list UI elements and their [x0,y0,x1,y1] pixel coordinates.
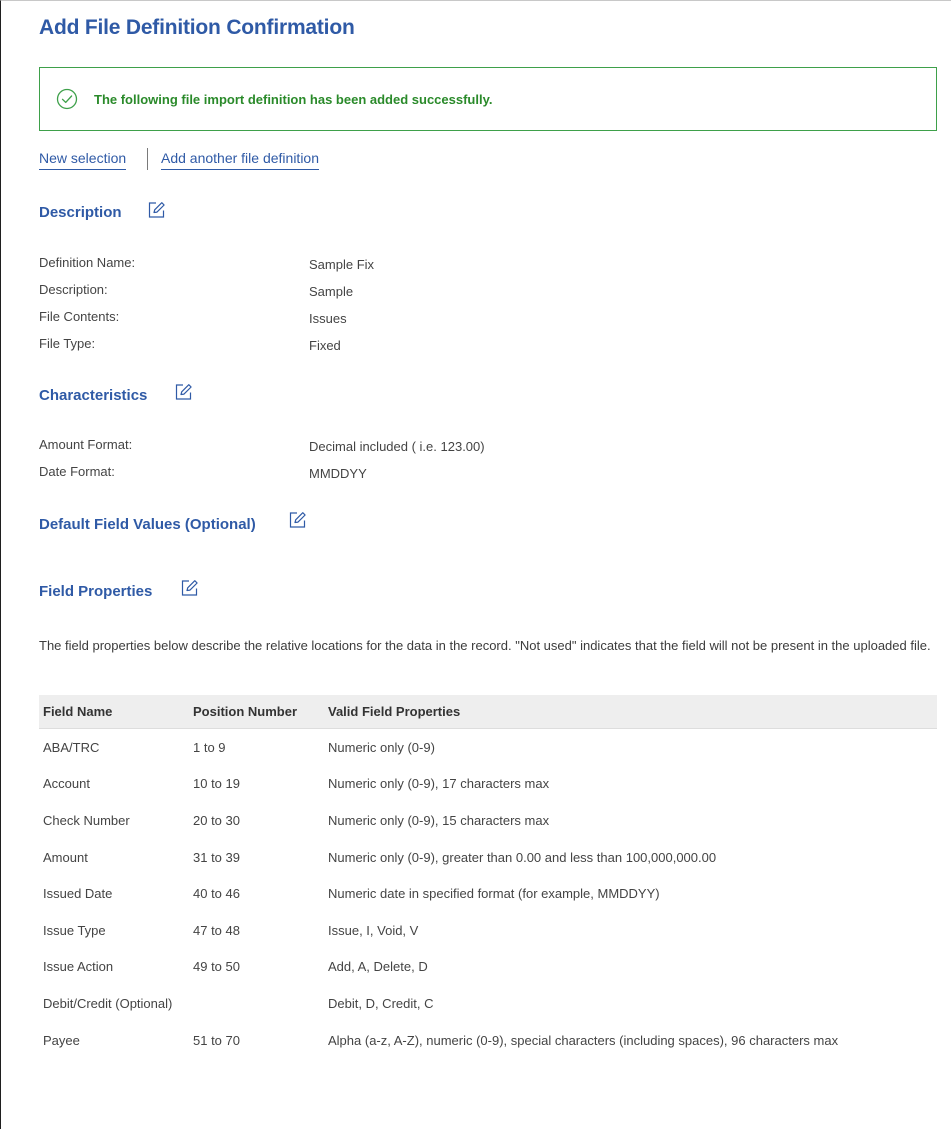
field-name-cell: Debit/Credit (Optional) [43,995,173,1011]
description-label: Description: [39,282,108,297]
amount-format-value: Decimal included ( i.e. 123.00) [309,439,485,454]
file-contents-value: Issues [309,311,347,326]
file-type-label: File Type: [39,336,96,351]
position-cell: 47 to 48 [193,922,240,938]
field-name-cell: Account [43,776,90,792]
table-header-row: Field Name Position Number Valid Field P… [39,695,937,729]
field-name-cell: ABA/TRC [43,739,100,755]
definition-name-value: Sample Fix [309,257,375,272]
properties-cell: Alpha (a-z, A-Z), numeric (0-9), special… [328,1032,839,1048]
properties-cell: Numeric only (0-9), 15 characters max [328,812,550,828]
amount-format-label: Amount Format: [39,437,133,452]
page: Add File Definition Confirmation The fol… [0,0,951,1129]
position-cell: 51 to 70 [193,1032,240,1048]
table-row: ABA/TRC 1 to 9 Numeric only (0-9) [39,729,937,766]
field-name-cell: Issue Type [43,922,106,938]
table-row: Issued Date 40 to 46 Numeric date in spe… [39,875,937,912]
edit-description-icon[interactable] [146,200,166,220]
properties-cell: Numeric only (0-9), greater than 0.00 an… [328,849,717,865]
page-title: Add File Definition Confirmation [39,16,355,39]
column-header-field-name: Field Name [39,695,193,729]
table-row: Debit/Credit (Optional) Debit, D, Credit… [39,985,937,1022]
position-cell: 20 to 30 [193,812,240,828]
edit-characteristics-icon[interactable] [173,382,193,402]
table-row: Payee 51 to 70 Alpha (a-z, A-Z), numeric… [39,1022,937,1059]
file-contents-label: File Contents: [39,309,120,324]
characteristics-heading: Characteristics [39,387,148,404]
field-name-cell: Issued Date [43,886,113,902]
field-properties-intro: The field properties below describe the … [39,638,931,653]
link-divider [147,148,148,170]
position-cell: 1 to 9 [193,739,226,755]
date-format-label: Date Format: [39,464,115,479]
properties-cell: Add, A, Delete, D [328,959,428,975]
properties-cell: Numeric only (0-9) [328,739,435,755]
description-heading: Description [39,204,122,221]
field-properties-table: Field Name Position Number Valid Field P… [39,695,937,1058]
table-row: Check Number 20 to 30 Numeric only (0-9)… [39,802,937,839]
position-cell: 31 to 39 [193,849,240,865]
position-cell [193,985,328,1022]
success-message: The following file import definition has… [94,92,493,107]
edit-field-properties-icon[interactable] [179,578,199,598]
properties-cell: Numeric only (0-9), 17 characters max [328,776,550,792]
position-cell: 10 to 19 [193,776,240,792]
check-circle-icon [56,88,78,110]
properties-cell: Issue, I, Void, V [328,922,419,938]
field-name-cell: Payee [43,1032,80,1048]
table-row: Issue Action 49 to 50 Add, A, Delete, D [39,949,937,986]
column-header-properties: Valid Field Properties [328,695,937,729]
add-another-definition-link[interactable]: Add another file definition [161,150,319,170]
properties-cell: Debit, D, Credit, C [328,995,434,1011]
field-name-cell: Amount [43,849,88,865]
table-row: Issue Type 47 to 48 Issue, I, Void, V [39,912,937,949]
properties-cell: Numeric date in specified format (for ex… [328,886,660,902]
definition-name-label: Definition Name: [39,255,136,270]
description-value: Sample [309,284,354,299]
default-values-heading: Default Field Values (Optional) [39,516,256,533]
file-type-value: Fixed [309,338,341,353]
column-header-position: Position Number [193,695,328,729]
table-row: Account 10 to 19 Numeric only (0-9), 17 … [39,766,937,803]
date-format-value: MMDDYY [309,466,367,481]
new-selection-link[interactable]: New selection [39,150,127,170]
position-cell: 40 to 46 [193,886,240,902]
edit-default-values-icon[interactable] [287,510,307,530]
field-name-cell: Issue Action [43,959,114,975]
field-properties-heading: Field Properties [39,583,153,600]
success-alert: The following file import definition has… [39,67,937,131]
table-row: Amount 31 to 39 Numeric only (0-9), grea… [39,839,937,876]
field-name-cell: Check Number [43,812,130,828]
position-cell: 49 to 50 [193,959,240,975]
